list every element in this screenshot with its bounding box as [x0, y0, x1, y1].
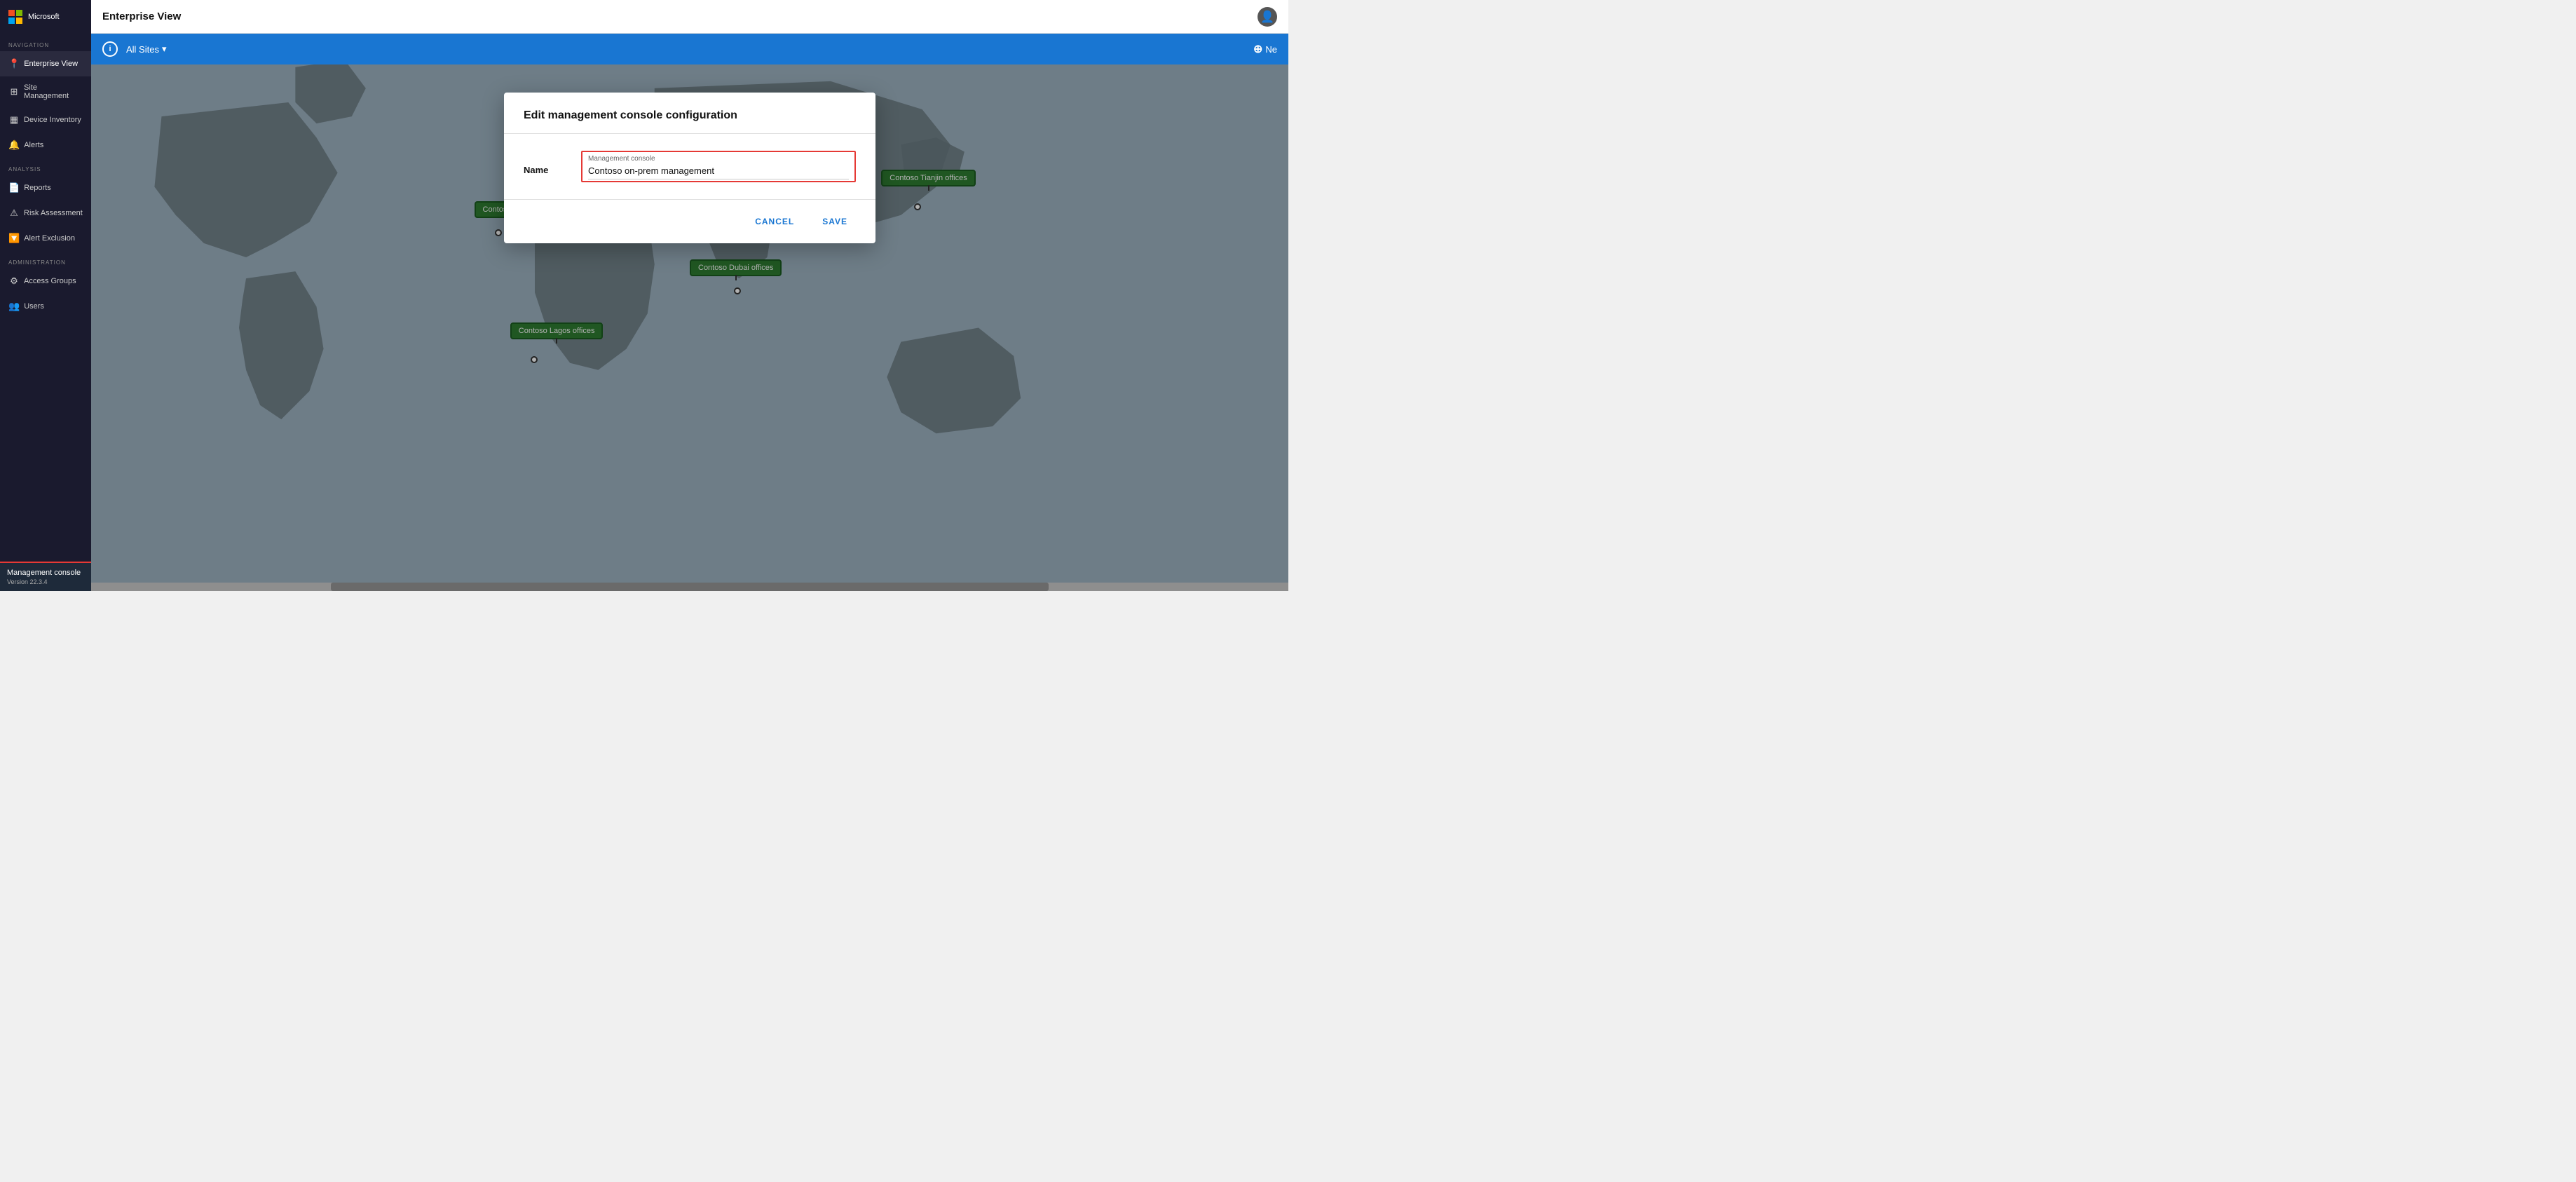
info-icon[interactable]: i	[102, 41, 118, 57]
management-console-title: Management console	[7, 569, 84, 577]
modal-input-wrap: Management console	[581, 151, 856, 182]
sidebar-item-risk-assessment[interactable]: ⚠ Risk Assessment	[0, 201, 91, 226]
subbar-right: ⊕ Ne	[1253, 42, 1277, 56]
modal-footer: CANCEL SAVE	[504, 199, 875, 243]
modal-field-label: Name	[524, 151, 559, 175]
sidebar-item-label-access-groups: Access Groups	[24, 277, 76, 285]
cancel-button[interactable]: CANCEL	[747, 211, 803, 232]
plus-icon: ⊕	[1253, 42, 1262, 56]
sidebar-item-label-device-inventory: Device Inventory	[24, 116, 81, 124]
microsoft-logo-icon	[8, 10, 22, 24]
nav-section-label-administration: ADMINISTRATION	[0, 251, 91, 269]
save-button[interactable]: SAVE	[814, 211, 856, 232]
modal-overlay: Edit management console configuration Na…	[91, 64, 1288, 591]
sidebar-logo: Microsoft	[0, 0, 91, 34]
sidebar: Microsoft NAVIGATION 📍 Enterprise View ⊞…	[0, 0, 91, 591]
sidebar-nav: NAVIGATION 📍 Enterprise View ⊞ Site Mana…	[0, 34, 91, 562]
modal-input-placeholder-label: Management console	[588, 155, 849, 163]
enterprise-view-icon: 📍	[8, 58, 20, 69]
all-sites-dropdown[interactable]: All Sites ▾	[126, 43, 167, 55]
map-area: Contoso Paris offices Contoso Tianjin of…	[91, 64, 1288, 591]
sidebar-item-label-reports: Reports	[24, 184, 51, 192]
sidebar-item-alert-exclusion[interactable]: 🔽 Alert Exclusion	[0, 226, 91, 251]
nav-section-label-analysis: ANALYSIS	[0, 158, 91, 175]
sidebar-item-device-inventory[interactable]: ▦ Device Inventory	[0, 107, 91, 133]
topbar: Enterprise View 👤	[91, 0, 1288, 34]
management-console-item[interactable]: Management console Version 22.3.4	[0, 562, 91, 591]
account-icon: 👤	[1260, 10, 1274, 24]
alerts-icon: 🔔	[8, 140, 20, 151]
sidebar-item-enterprise-view[interactable]: 📍 Enterprise View	[0, 51, 91, 76]
sidebar-item-label-alert-exclusion: Alert Exclusion	[24, 234, 75, 243]
new-button[interactable]: ⊕ Ne	[1253, 42, 1277, 56]
subbar: i All Sites ▾ ⊕ Ne	[91, 34, 1288, 64]
modal-title: Edit management console configuration	[524, 109, 737, 121]
reports-icon: 📄	[8, 182, 20, 193]
sidebar-item-site-management[interactable]: ⊞ Site Management	[0, 76, 91, 107]
access-groups-icon: ⚙	[8, 276, 20, 287]
topbar-right: 👤	[1258, 7, 1277, 27]
sidebar-item-label-site-management: Site Management	[24, 83, 84, 100]
modal-body: Name Management console	[504, 134, 875, 199]
logo-text: Microsoft	[28, 13, 60, 21]
chevron-down-icon: ▾	[162, 43, 167, 55]
sidebar-item-label-risk-assessment: Risk Assessment	[24, 209, 83, 217]
modal-header: Edit management console configuration	[504, 93, 875, 134]
management-console-name-input[interactable]	[588, 164, 849, 177]
sidebar-item-label-users: Users	[24, 302, 44, 311]
risk-assessment-icon: ⚠	[8, 208, 20, 219]
nav-section-label-navigation: NAVIGATION	[0, 34, 91, 51]
sidebar-item-label-alerts: Alerts	[24, 141, 43, 149]
edit-console-modal: Edit management console configuration Na…	[504, 93, 875, 243]
sidebar-item-reports[interactable]: 📄 Reports	[0, 175, 91, 201]
management-console-version: Version 22.3.4	[7, 578, 84, 585]
user-avatar[interactable]: 👤	[1258, 7, 1277, 27]
sidebar-item-label-enterprise-view: Enterprise View	[24, 60, 78, 68]
sidebar-item-users[interactable]: 👥 Users	[0, 294, 91, 319]
sidebar-item-access-groups[interactable]: ⚙ Access Groups	[0, 269, 91, 294]
site-management-icon: ⊞	[8, 86, 20, 97]
users-icon: 👥	[8, 301, 20, 312]
alert-exclusion-icon: 🔽	[8, 233, 20, 244]
new-label: Ne	[1265, 44, 1277, 55]
main-content: Enterprise View 👤 i All Sites ▾ ⊕ Ne	[91, 0, 1288, 591]
all-sites-label: All Sites	[126, 44, 159, 55]
page-title: Enterprise View	[102, 11, 181, 22]
sidebar-item-alerts[interactable]: 🔔 Alerts	[0, 133, 91, 158]
device-inventory-icon: ▦	[8, 114, 20, 125]
